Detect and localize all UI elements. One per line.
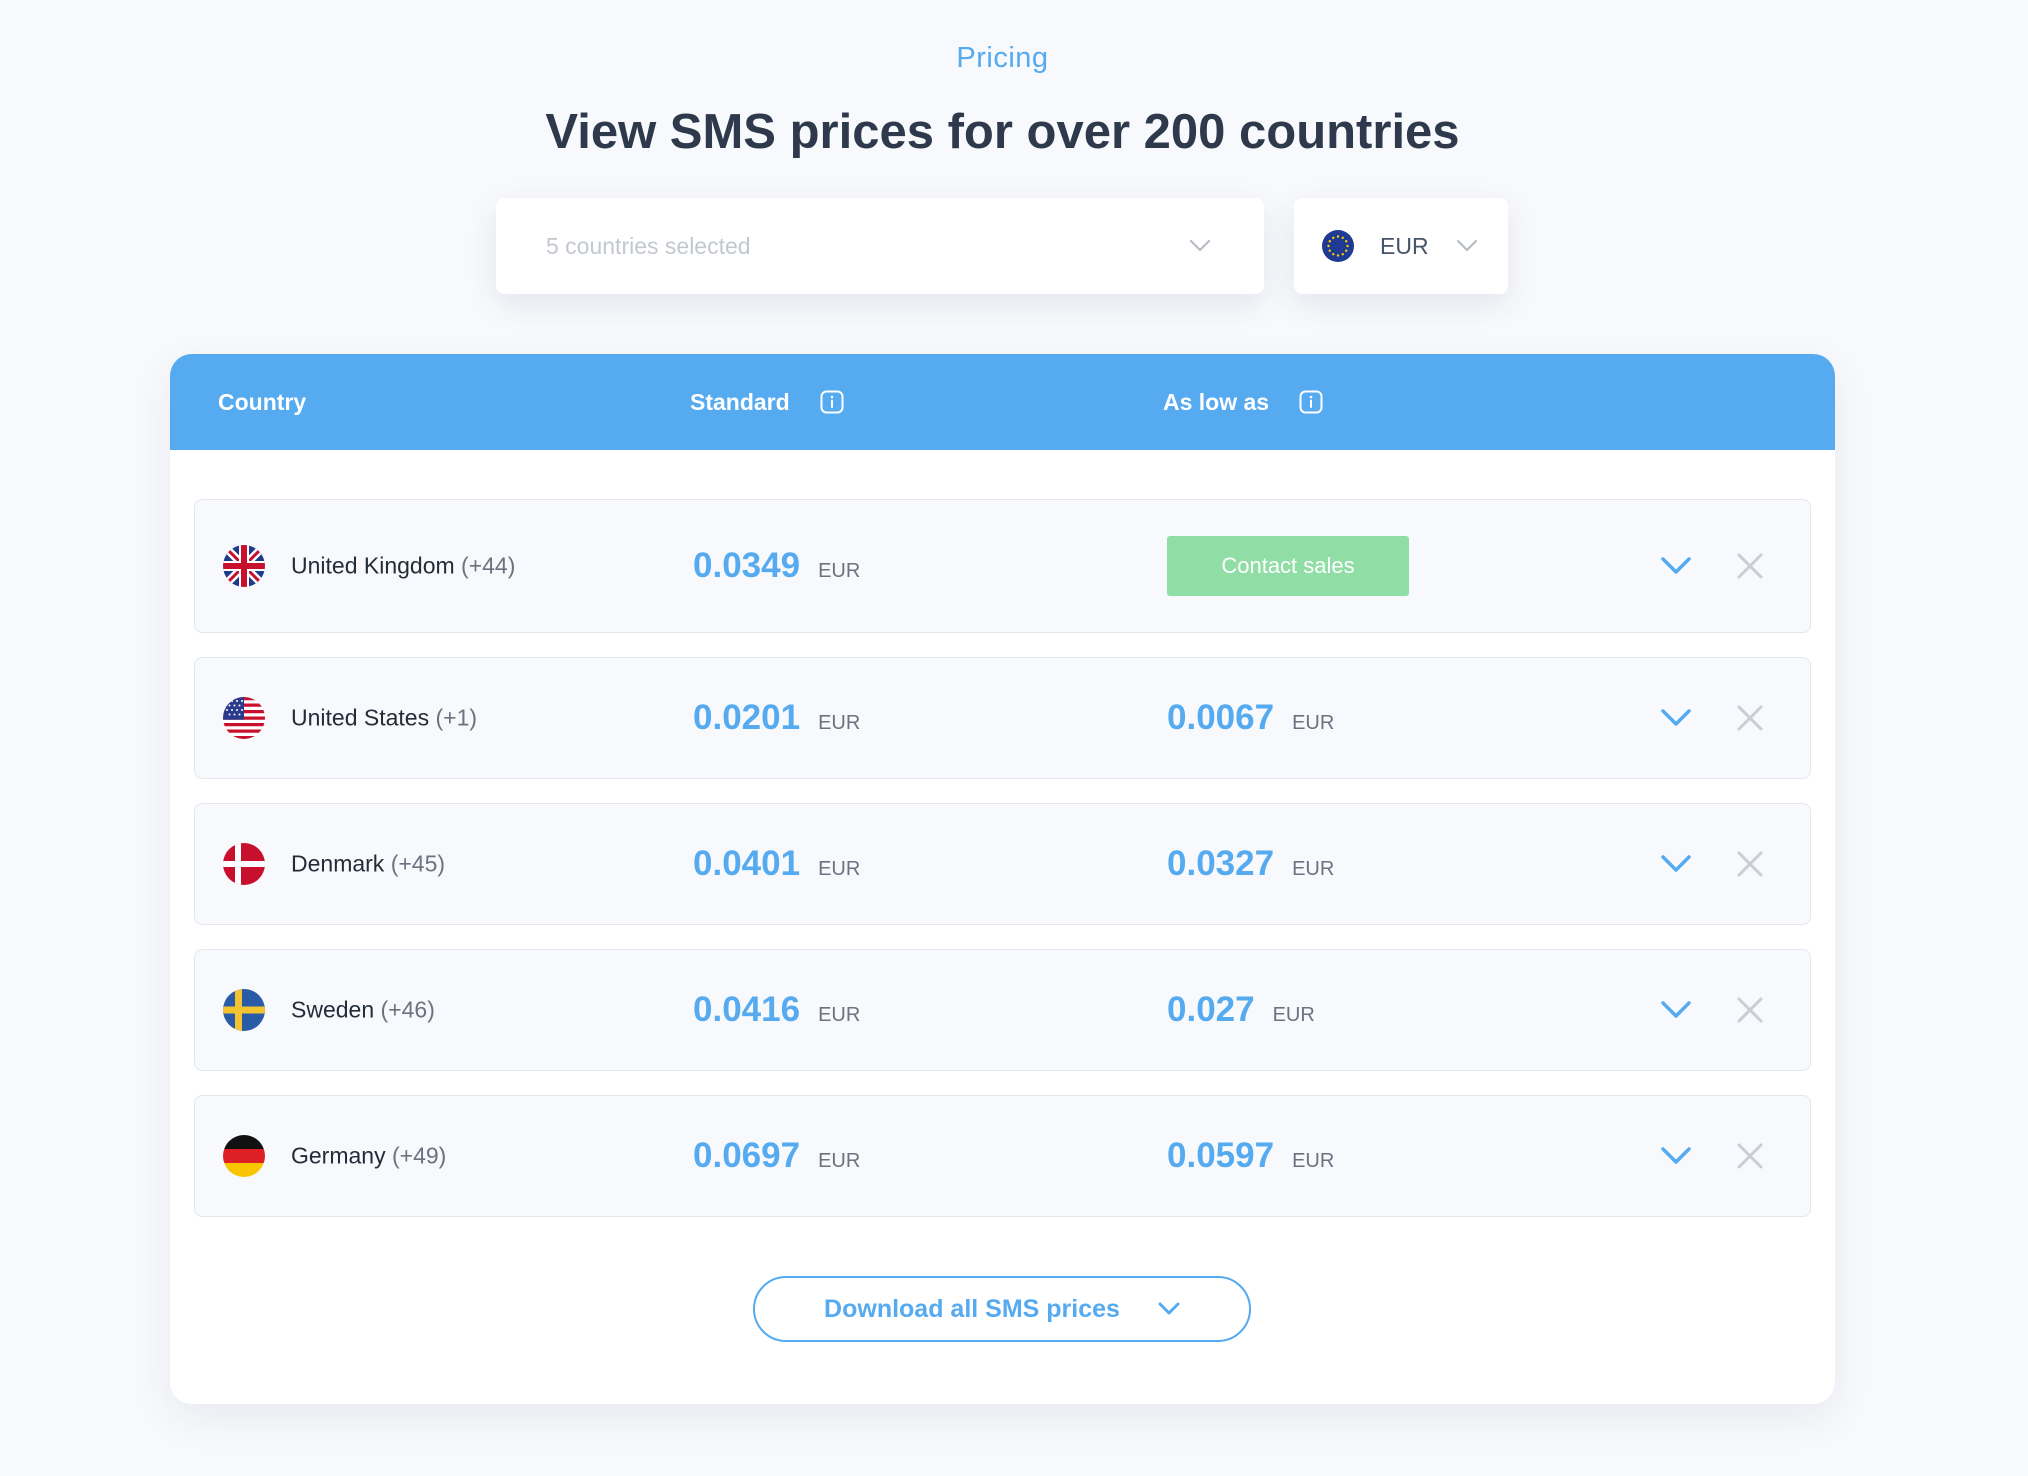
standard-price: 0.0349 EUR: [693, 546, 860, 586]
standard-price-value: 0.0416: [693, 990, 801, 1029]
country-label: Germany: [291, 1142, 386, 1169]
standard-price: 0.0201 EUR: [693, 698, 860, 738]
chevron-down-icon: [1455, 232, 1480, 260]
remove-row-close-icon[interactable]: [1735, 1141, 1765, 1171]
as-low-as-price-value: 0.0067: [1167, 698, 1275, 737]
country-multiselect[interactable]: 5 countries selected: [496, 198, 1264, 294]
download-button-label: Download all SMS prices: [824, 1294, 1120, 1323]
standard-price-value: 0.0697: [693, 1136, 801, 1175]
as-low-as-price-unit: EUR: [1292, 858, 1335, 880]
column-header-standard: Standard: [690, 354, 844, 450]
standard-price-value: 0.0401: [693, 844, 801, 883]
standard-price-unit: EUR: [818, 712, 861, 734]
country-name: United Kingdom (+44): [291, 553, 515, 580]
table-row: United States (+1) 0.0201 EUR 0.0067 EUR: [194, 657, 1811, 779]
as-low-as-price-value: 0.0327: [1167, 844, 1275, 883]
country-select-placeholder: 5 countries selected: [546, 232, 751, 259]
contact-sales-button[interactable]: Contact sales: [1167, 536, 1409, 596]
standard-price: 0.0697 EUR: [693, 1136, 860, 1176]
table-row: Sweden (+46) 0.0416 EUR 0.027 EUR: [194, 949, 1811, 1071]
standard-price-value: 0.0201: [693, 698, 801, 737]
expand-row-chevron-icon[interactable]: [1659, 1141, 1693, 1171]
as-low-as-price-value: 0.027: [1167, 990, 1255, 1029]
download-all-prices-button[interactable]: Download all SMS prices: [753, 1276, 1251, 1342]
country-dial-code: (+44): [461, 552, 516, 579]
standard-price-unit: EUR: [818, 858, 861, 880]
as-low-as-price: 0.0327 EUR: [1167, 844, 1334, 884]
country-label: Denmark: [291, 850, 385, 877]
chevron-down-icon: [1186, 232, 1214, 260]
as-low-as-price: 0.0067 EUR: [1167, 698, 1334, 738]
country-label: United Kingdom: [291, 552, 455, 579]
expand-row-chevron-icon[interactable]: [1659, 703, 1693, 733]
expand-row-chevron-icon[interactable]: [1659, 995, 1693, 1025]
country-dial-code: (+49): [391, 1142, 447, 1169]
table-row: Germany (+49) 0.0697 EUR 0.0597 EUR: [194, 1095, 1811, 1217]
country-name: United States (+1): [291, 705, 477, 732]
expand-row-chevron-icon[interactable]: [1659, 849, 1693, 879]
table-row: United Kingdom (+44) 0.0349 EUR Contact s…: [194, 499, 1811, 633]
country-label: United States: [291, 704, 430, 731]
remove-row-close-icon[interactable]: [1735, 995, 1765, 1025]
us-flag-icon: [223, 697, 265, 739]
country-dial-code: (+1): [435, 704, 478, 731]
standard-price-unit: EUR: [818, 560, 861, 582]
as-low-as-price-unit: EUR: [1272, 1004, 1315, 1026]
standard-price-value: 0.0349: [693, 546, 801, 585]
as-low-as-price: 0.0597 EUR: [1167, 1136, 1334, 1176]
as-low-as-price-value: 0.0597: [1167, 1136, 1275, 1175]
country-label: Sweden: [291, 996, 375, 1023]
eu-flag-icon: [1322, 230, 1354, 262]
standard-price-unit: EUR: [818, 1150, 861, 1172]
column-header-country: Country: [218, 354, 306, 450]
country-name: Denmark (+45): [291, 851, 445, 878]
se-flag-icon: [223, 989, 265, 1031]
country-dial-code: (+46): [380, 996, 435, 1023]
currency-value: EUR: [1380, 232, 1429, 259]
pricing-eyebrow: Pricing: [956, 42, 1049, 74]
remove-row-close-icon[interactable]: [1735, 849, 1765, 879]
currency-select[interactable]: EUR: [1294, 198, 1508, 294]
info-icon[interactable]: [820, 390, 844, 414]
chevron-down-icon: [1158, 1302, 1180, 1316]
page-title: View SMS prices for over 200 countries: [545, 105, 1460, 159]
expand-row-chevron-icon[interactable]: [1659, 551, 1693, 581]
uk-flag-icon: [223, 545, 265, 587]
dk-flag-icon: [223, 843, 265, 885]
standard-price: 0.0401 EUR: [693, 844, 860, 884]
country-name: Germany (+49): [291, 1143, 446, 1170]
remove-row-close-icon[interactable]: [1735, 551, 1765, 581]
table-row: Denmark (+45) 0.0401 EUR 0.0327 EUR: [194, 803, 1811, 925]
standard-price-unit: EUR: [818, 1004, 861, 1026]
as-low-as-price-unit: EUR: [1292, 712, 1335, 734]
country-name: Sweden (+46): [291, 997, 435, 1024]
remove-row-close-icon[interactable]: [1735, 703, 1765, 733]
de-flag-icon: [223, 1135, 265, 1177]
pricing-table-card: Country Standard As low as United Kingdo…: [170, 354, 1835, 1404]
info-icon[interactable]: [1299, 390, 1323, 414]
country-dial-code: (+45): [390, 850, 446, 877]
column-label: Country: [218, 388, 307, 415]
table-header: Country Standard As low as: [170, 354, 1835, 450]
standard-price: 0.0416 EUR: [693, 990, 860, 1030]
as-low-as-price-unit: EUR: [1292, 1150, 1335, 1172]
column-label: Standard: [690, 388, 790, 415]
column-label: As low as: [1163, 388, 1270, 415]
column-header-as-low-as: As low as: [1163, 354, 1323, 450]
as-low-as-price: 0.027 EUR: [1167, 990, 1315, 1030]
